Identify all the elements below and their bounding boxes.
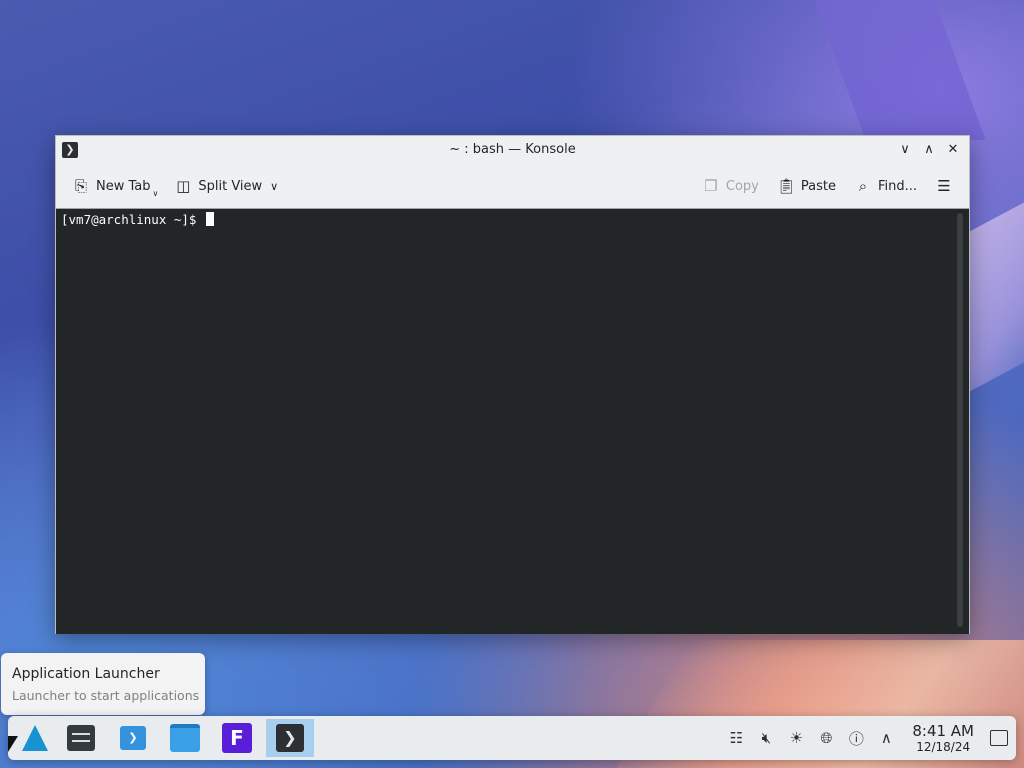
copy-button[interactable]: ❐ Copy bbox=[696, 172, 765, 200]
konsole-icon: ❯ bbox=[276, 724, 304, 752]
split-view-button[interactable]: ◫ Split View ∨ bbox=[168, 172, 284, 200]
clock-date: 12/18/24 bbox=[916, 739, 971, 754]
paste-button[interactable]: 📋︎ Paste bbox=[771, 172, 842, 200]
scrollbar[interactable] bbox=[957, 213, 963, 627]
window-title: ~ : bash — Konsole bbox=[449, 142, 576, 157]
clipboard-icon[interactable]: ☷ bbox=[726, 729, 746, 747]
hamburger-icon: ☰ bbox=[937, 177, 951, 195]
wallpaper-shape bbox=[814, 0, 986, 140]
update-icon[interactable]: ⓘ bbox=[846, 728, 866, 749]
tooltip: Application Launcher Launcher to start a… bbox=[1, 653, 205, 715]
task-konsole[interactable]: ❯ bbox=[266, 719, 314, 757]
terminal-area[interactable]: [vm7@archlinux ~]$ bbox=[56, 208, 969, 634]
new-tab-label: New Tab bbox=[96, 178, 151, 194]
task-firefox[interactable]: F bbox=[215, 719, 259, 757]
close-icon[interactable]: ✕ bbox=[943, 140, 963, 160]
task-discover[interactable]: ❯ bbox=[111, 719, 155, 757]
arch-launcher-icon bbox=[22, 725, 48, 751]
system-tray: ☷ 🔇︎ ☀ 🌐︎ ⓘ ∧ 8:41 AM 12/18/24 bbox=[726, 716, 1008, 760]
firefox-icon: F bbox=[222, 723, 252, 753]
new-tab-icon: ⎘ bbox=[74, 177, 87, 195]
toolbar: ⎘ New Tab ∨ ◫ Split View ∨ ❐ Copy 📋︎ Pas… bbox=[56, 164, 969, 208]
copy-label: Copy bbox=[725, 178, 759, 194]
konsole-window: ❯ ~ : bash — Konsole ∨ ∧ ✕ ⎘ New Tab ∨ ◫… bbox=[55, 135, 970, 634]
title-bar[interactable]: ❯ ~ : bash — Konsole ∨ ∧ ✕ bbox=[56, 136, 969, 164]
tooltip-title: Application Launcher bbox=[12, 666, 160, 682]
network-icon[interactable]: 🌐︎ bbox=[816, 729, 836, 747]
split-view-label: Split View bbox=[198, 178, 263, 194]
show-desktop-icon[interactable] bbox=[990, 730, 1008, 746]
text-cursor bbox=[206, 212, 214, 226]
system-settings-icon bbox=[67, 725, 95, 751]
volume-muted-icon[interactable]: 🔇︎ bbox=[756, 729, 776, 747]
chevron-up-icon[interactable]: ∧ bbox=[876, 729, 896, 747]
task-dolphin[interactable] bbox=[163, 719, 207, 757]
dolphin-files-icon bbox=[170, 724, 200, 752]
digital-clock[interactable]: 8:41 AM 12/18/24 bbox=[912, 721, 974, 754]
tooltip-subtitle: Launcher to start applications bbox=[12, 688, 200, 703]
minimize-icon[interactable]: ∨ bbox=[895, 140, 915, 160]
paste-icon: 📋︎ bbox=[776, 177, 796, 195]
search-icon: ⌕ bbox=[858, 177, 868, 195]
menu-button[interactable]: ☰ bbox=[929, 172, 959, 200]
split-view-icon: ◫ bbox=[176, 177, 191, 195]
paste-label: Paste bbox=[800, 178, 836, 194]
brightness-icon[interactable]: ☀ bbox=[786, 729, 806, 747]
prompt-text: [vm7@archlinux ~]$ bbox=[61, 212, 197, 227]
find-label: Find... bbox=[877, 178, 917, 194]
new-tab-button[interactable]: ⎘ New Tab ∨ bbox=[66, 172, 164, 200]
chevron-down-icon[interactable]: ∨ bbox=[153, 189, 159, 198]
chevron-down-icon[interactable]: ∨ bbox=[270, 180, 278, 193]
taskbar: ❯ F ❯ ☷ 🔇︎ ☀ 🌐︎ ⓘ ∧ 8:41 AM 12/18/24 bbox=[8, 716, 1016, 760]
maximize-icon[interactable]: ∧ bbox=[919, 140, 939, 160]
task-system-settings[interactable] bbox=[59, 719, 103, 757]
copy-icon: ❐ bbox=[704, 177, 718, 195]
mouse-cursor-icon bbox=[8, 736, 18, 752]
discover-icon: ❯ bbox=[120, 726, 146, 750]
clock-time: 8:41 AM bbox=[912, 721, 974, 740]
app-launcher-button[interactable] bbox=[13, 719, 57, 757]
find-button[interactable]: ⌕ Find... bbox=[848, 172, 923, 200]
terminal-prompt: [vm7@archlinux ~]$ bbox=[61, 212, 214, 227]
